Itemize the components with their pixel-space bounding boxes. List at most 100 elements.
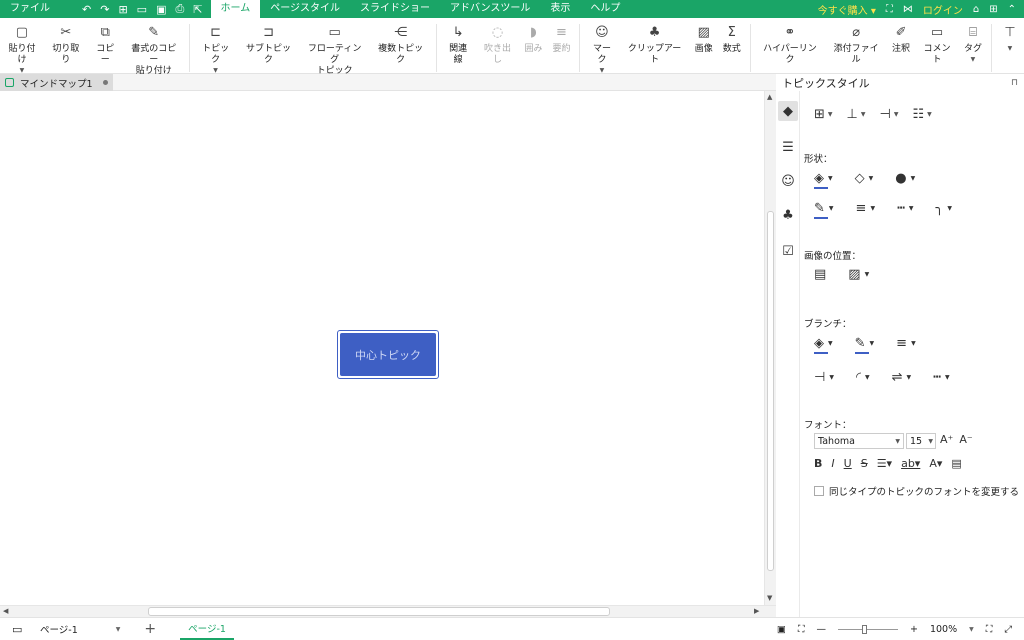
connector-button[interactable]: ⊣ ▼	[879, 107, 898, 122]
numbering-button[interactable]: ☷ ▼	[912, 107, 931, 122]
scroll-right-icon[interactable]: ▶	[754, 607, 759, 615]
menu-home[interactable]: ホーム	[210, 0, 261, 18]
zoom-slider-knob[interactable]	[861, 624, 867, 634]
print-icon[interactable]: ⎙	[175, 2, 184, 16]
central-topic[interactable]: 中心トピック	[337, 330, 439, 379]
fullscreen-icon[interactable]: ⛶	[886, 4, 893, 15]
branch-fill-button[interactable]: ◈ ▼	[814, 336, 833, 354]
boundary-button[interactable]: ◗ 囲み	[519, 24, 547, 55]
image-left-button[interactable]: ▤	[814, 267, 826, 282]
undo-icon[interactable]: ↶	[82, 3, 91, 16]
comment-button[interactable]: ▭ コメント	[915, 24, 959, 66]
bold-icon[interactable]: B	[814, 457, 822, 470]
floating-topic-button[interactable]: ▭ フローティング トピック	[299, 24, 369, 77]
document-tab[interactable]: マインドマップ1	[0, 74, 113, 91]
vertical-scrollbar[interactable]: ▲ ▼	[764, 91, 776, 605]
collapse-ribbon-icon[interactable]: ⌃	[1008, 4, 1016, 15]
pin-icon[interactable]: ⊓	[1011, 78, 1018, 88]
page-panel-icon[interactable]: ▭	[12, 623, 22, 636]
fill-color-button[interactable]: ◈ ▼	[814, 171, 833, 189]
underline-icon[interactable]: U	[844, 457, 852, 470]
menu-view[interactable]: 表示	[540, 0, 580, 18]
same-type-checkbox[interactable]	[814, 486, 824, 496]
multi-topic-button[interactable]: ⋲ 複数トピック	[370, 24, 432, 66]
expand-icon[interactable]: ⤢	[1004, 624, 1012, 635]
login-button[interactable]: ログイン	[923, 2, 963, 17]
theme-icon[interactable]: ⌂	[973, 4, 979, 15]
horizontal-scrollbar[interactable]: ◀ ▶	[0, 605, 776, 617]
topic-button[interactable]: ⊏ トピック ▼	[194, 24, 238, 75]
dash-style-button[interactable]: ┅ ▼	[897, 201, 913, 216]
hyperlink-button[interactable]: ⚭ ハイパーリンク	[755, 24, 825, 66]
image-position-button[interactable]: ▨ ▼	[848, 267, 869, 282]
menu-file[interactable]: ファイル	[0, 0, 60, 18]
zoom-slider[interactable]	[837, 624, 898, 634]
format-painter-button[interactable]: ✎ 書式のコピー 貼り付け	[123, 24, 185, 77]
copy-button[interactable]: ⧉ コピー	[88, 24, 123, 66]
scroll-left-icon[interactable]: ◀	[3, 607, 8, 615]
new-icon[interactable]: ⊞	[118, 3, 127, 16]
add-page-icon[interactable]: +	[144, 621, 156, 637]
zoom-out-icon[interactable]: —	[816, 624, 826, 635]
export-icon[interactable]: ⇱	[193, 3, 202, 16]
scroll-up-icon[interactable]: ▲	[767, 93, 772, 101]
menu-page-style[interactable]: ページスタイル	[260, 0, 350, 18]
formula-button[interactable]: Σ 数式	[718, 24, 746, 55]
zoom-in-icon[interactable]: +	[910, 624, 918, 635]
clipart-button[interactable]: ♣ クリップアート	[619, 24, 689, 66]
callout-button[interactable]: ◌ 吹き出し	[476, 24, 520, 66]
branch-connector-button[interactable]: ⊣ ▼	[814, 370, 834, 385]
strikethrough-icon[interactable]: S	[861, 457, 868, 470]
vertical-scroll-thumb[interactable]	[767, 211, 774, 571]
zoom-level[interactable]: 100%	[930, 624, 957, 635]
layout-button[interactable]: ⊤ ▼	[996, 24, 1024, 53]
menu-advanced-tools[interactable]: アドバンスツール	[440, 0, 540, 18]
mark-button[interactable]: ☺ マーク ▼	[584, 24, 619, 75]
highlight-icon[interactable]: ab▾	[901, 457, 920, 470]
tag-button[interactable]: ⌸ タグ ▼	[959, 24, 987, 64]
layout-tree-button[interactable]: ⊥ ▼	[847, 107, 866, 122]
italic-icon[interactable]: I	[831, 457, 834, 470]
menu-slideshow[interactable]: スライドショー	[350, 0, 440, 18]
font-color-icon[interactable]: A▾	[929, 457, 942, 470]
same-type-font-option[interactable]: 同じタイプのトピックのフォントを変更する	[814, 484, 1019, 498]
branch-weight-button[interactable]: ≡ ▼	[896, 336, 916, 351]
cut-button[interactable]: ✂ 切り取り	[44, 24, 88, 66]
font-grow-icon[interactable]: A⁺	[940, 433, 953, 446]
branch-dash-button[interactable]: ┅ ▼	[933, 370, 949, 385]
branch-curve-button[interactable]: ◜ ▼	[856, 370, 870, 385]
scroll-down-icon[interactable]: ▼	[767, 594, 772, 602]
clover-icon[interactable]: ♣	[778, 205, 798, 225]
fit-page-icon[interactable]: ▣	[777, 624, 786, 635]
fit-width-icon[interactable]: ⛶	[798, 624, 805, 635]
horizontal-scroll-thumb[interactable]	[148, 607, 610, 616]
note-button[interactable]: ✐ 注釈	[887, 24, 915, 55]
font-family-select[interactable]: Tahoma ▼	[814, 433, 904, 449]
subtopic-button[interactable]: ⊐ サブトピック	[238, 24, 300, 66]
relation-button[interactable]: ↳ 関連線	[441, 24, 476, 66]
font-shrink-icon[interactable]: A⁻	[959, 433, 972, 446]
fullscreen-icon[interactable]: ⛶	[986, 624, 993, 635]
buy-now-button[interactable]: 今すぐ購入 ▾	[818, 2, 876, 17]
task-icon[interactable]: ☑	[778, 241, 798, 261]
summary-button[interactable]: ≡ 要約	[547, 24, 575, 55]
font-size-select[interactable]: 15 ▼	[906, 433, 936, 449]
border-color-button[interactable]: ✎ ▼	[814, 201, 834, 219]
attachment-button[interactable]: ⌀ 添付ファイル	[825, 24, 887, 66]
page-select[interactable]: ページ-1 ▼	[40, 622, 120, 636]
menu-help[interactable]: ヘルプ	[580, 0, 630, 18]
share-icon[interactable]: ⋈	[903, 4, 913, 15]
shape-button[interactable]: ◇ ▼	[855, 171, 874, 186]
shadow-button[interactable]: ● ▼	[895, 171, 915, 186]
layout-grid-button[interactable]: ⊞ ▼	[814, 107, 833, 122]
page-tab[interactable]: ページ-1	[180, 618, 234, 640]
mindmap-canvas[interactable]: 中心トピック	[0, 91, 764, 605]
paint-bucket-icon[interactable]: ◆	[778, 101, 798, 121]
redo-icon[interactable]: ↷	[100, 3, 109, 16]
text-box-icon[interactable]: ▤	[951, 457, 961, 470]
branch-line-color-button[interactable]: ✎ ▼	[854, 336, 874, 354]
paste-button[interactable]: ▢ 貼り付け ▼	[0, 24, 44, 75]
unsaved-dot-icon[interactable]	[102, 80, 108, 85]
open-icon[interactable]: ▭	[137, 3, 147, 16]
save-icon[interactable]: ▣	[156, 3, 166, 16]
